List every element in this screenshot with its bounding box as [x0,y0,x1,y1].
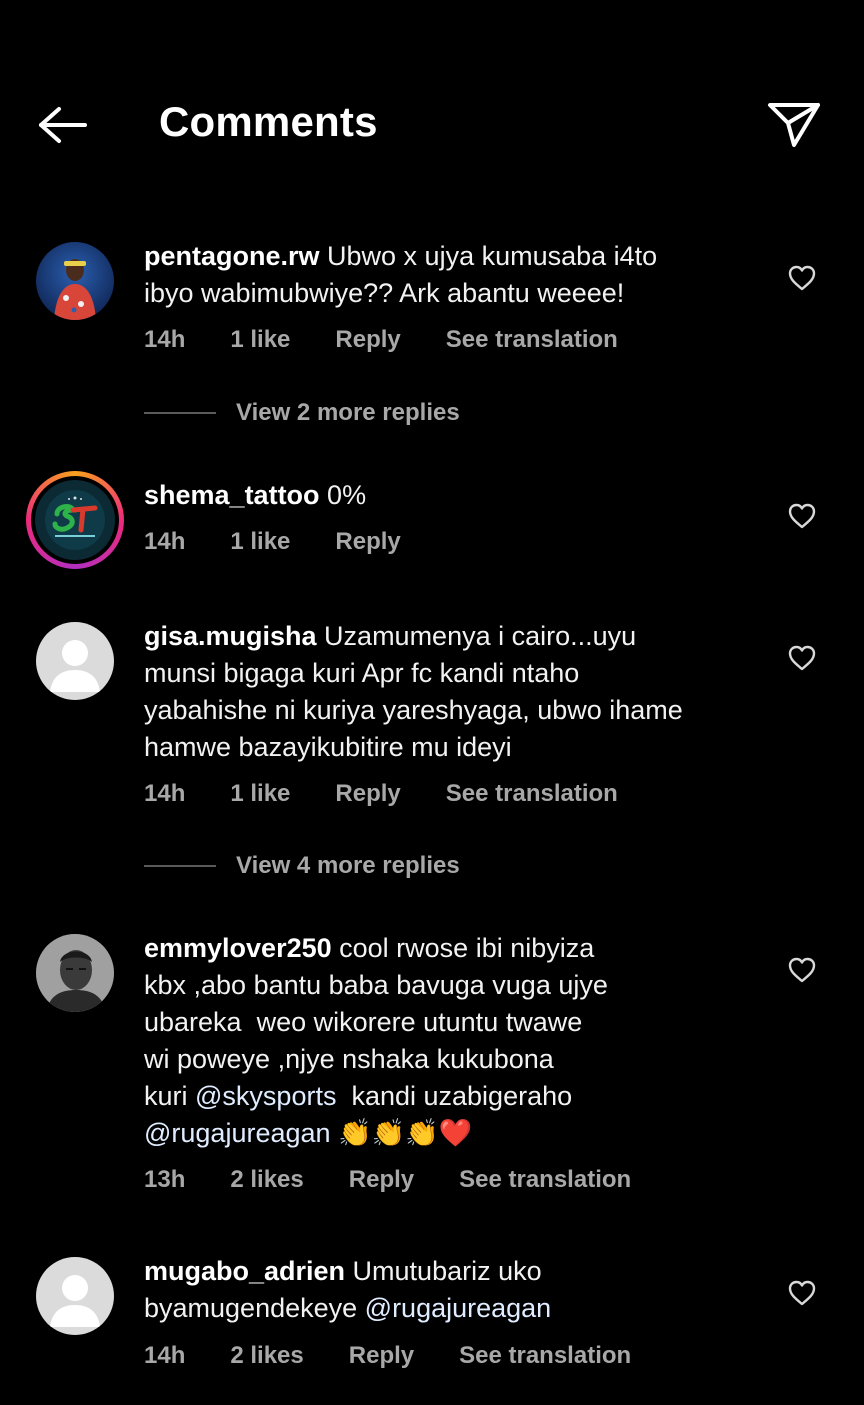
back-button[interactable] [30,96,94,154]
comment-meta: 14h 1 like Reply See translation [144,323,663,357]
view-more-replies-button[interactable]: View 4 more replies [144,852,460,880]
avatar-story-gap [31,476,119,564]
comment-time: 14h [144,780,186,807]
view-replies-label: View 2 more replies [236,399,460,426]
avatar [35,480,115,560]
avatar[interactable] [36,934,114,1012]
comment-time: 14h [144,528,186,555]
view-more-replies-button[interactable]: View 2 more replies [144,399,460,427]
likes-count[interactable]: 2 likes [230,1166,303,1194]
see-translation-link[interactable]: See translation [459,1166,631,1194]
comment-time: 13h [144,1166,186,1193]
see-translation-link[interactable]: See translation [446,780,618,808]
likes-count[interactable]: 1 like [230,528,290,556]
reply-button[interactable]: Reply [335,326,400,354]
default-user-icon [50,1275,100,1327]
comment-text: mugabo_adrien Umutubariz uko byamugendek… [144,1253,764,1327]
comment-meta: 14h 1 like Reply [144,525,446,559]
reply-button[interactable]: Reply [335,780,400,808]
comment-time: 14h [144,326,186,353]
comment-meta: 14h 1 like Reply See translation [144,777,663,811]
reply-button[interactable]: Reply [349,1342,414,1370]
comment-text: shema_tattoo 0% [144,477,764,514]
comment-text: pentagone.rw Ubwo x ujya kumusaba i4to i… [144,238,764,312]
heart-icon[interactable] [786,1277,818,1309]
default-user-icon [50,640,100,692]
avatar[interactable] [36,1257,114,1335]
comment-text: gisa.mugisha Uzamumenya i cairo...uyu mu… [144,618,764,766]
arrow-left-icon [39,107,87,143]
replies-divider [144,412,216,414]
replies-divider [144,865,216,867]
comment-meta: 13h 2 likes Reply See translation [144,1163,676,1197]
avatar[interactable] [36,242,114,320]
comment-body: 0% [319,480,367,510]
reply-button[interactable]: Reply [349,1166,414,1194]
view-replies-label: View 4 more replies [236,852,460,879]
heart-icon[interactable] [786,642,818,674]
likes-count[interactable]: 1 like [230,780,290,808]
mention-link[interactable]: @skysports [195,1081,336,1111]
comment-username[interactable]: mugabo_adrien [144,1256,345,1286]
paper-plane-icon [768,103,820,147]
header-bar: Comments [0,0,864,200]
heart-icon[interactable] [786,500,818,532]
comment-username[interactable]: gisa.mugisha [144,621,317,651]
comment-username[interactable]: pentagone.rw [144,241,320,271]
mention-link[interactable]: @rugajureagan [365,1293,552,1323]
comment-meta: 14h 2 likes Reply See translation [144,1339,676,1373]
page-title: Comments [159,98,378,145]
avatar-story-ring[interactable] [26,471,124,569]
avatar[interactable] [36,622,114,700]
share-button[interactable] [762,92,826,156]
comment-username[interactable]: shema_tattoo [144,480,320,510]
reply-button[interactable]: Reply [335,528,400,556]
comment-text: emmylover250 cool rwose ibi nibyiza kbx … [144,930,764,1152]
comment-username[interactable]: emmylover250 [144,933,332,963]
heart-icon[interactable] [786,954,818,986]
comment-time: 14h [144,1342,186,1369]
comment-body-continued: kandi uzabigeraho [351,1081,573,1111]
see-translation-link[interactable]: See translation [459,1342,631,1370]
see-translation-link[interactable]: See translation [446,326,618,354]
heart-icon[interactable] [786,262,818,294]
mention-link[interactable]: @rugajureagan [144,1118,331,1148]
comment-emoji: 👏👏👏❤️ [330,1118,473,1148]
likes-count[interactable]: 2 likes [230,1342,303,1370]
likes-count[interactable]: 1 like [230,326,290,354]
